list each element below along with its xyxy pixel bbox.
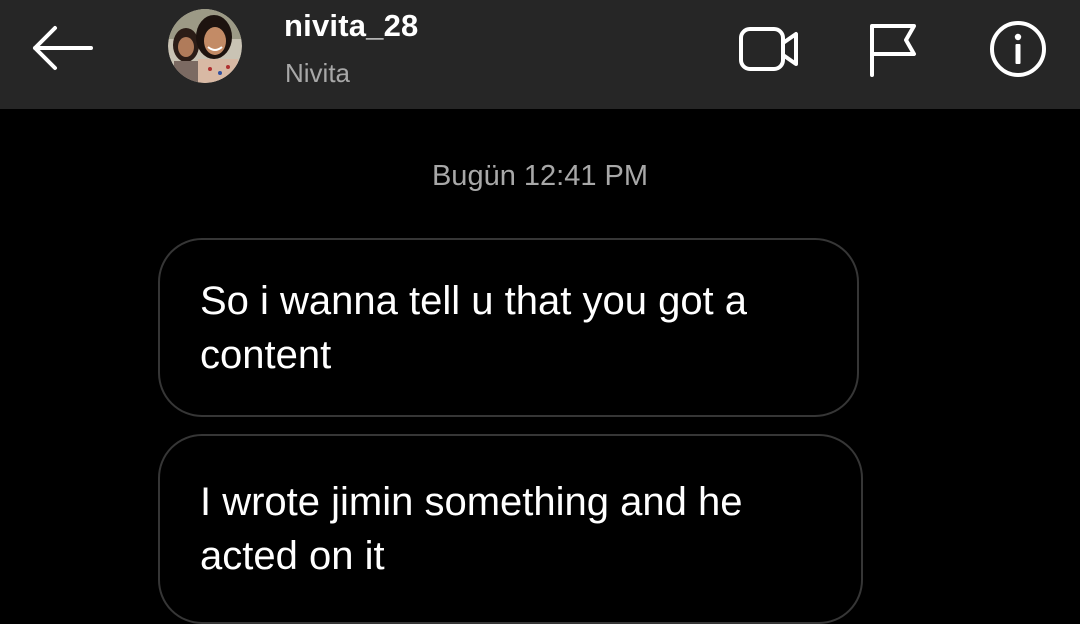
chat-fullname: Nivita — [285, 58, 351, 88]
back-button[interactable] — [26, 20, 98, 76]
profile-photo — [168, 9, 242, 83]
info-button[interactable] — [984, 18, 1052, 80]
video-camera-icon — [739, 27, 798, 71]
info-icon — [990, 21, 1046, 77]
message-bubble[interactable]: I wrote jimin something and he acted on … — [158, 434, 863, 624]
video-call-button[interactable] — [736, 18, 804, 80]
message-bubble[interactable]: So i wanna tell u that you got a content — [158, 238, 859, 417]
message-text: I wrote jimin something and he acted on … — [200, 480, 743, 578]
message-timestamp: Bugün 12:41 PM — [431, 160, 649, 192]
flag-icon — [870, 24, 916, 77]
message-text: So i wanna tell u that you got a content — [200, 278, 748, 377]
avatar[interactable] — [168, 9, 242, 83]
report-button[interactable] — [858, 18, 926, 80]
arrow-left-icon — [33, 26, 93, 70]
chat-username[interactable]: nivita_28 — [284, 8, 419, 44]
chat-header: nivita_28 Nivita — [0, 0, 1080, 109]
